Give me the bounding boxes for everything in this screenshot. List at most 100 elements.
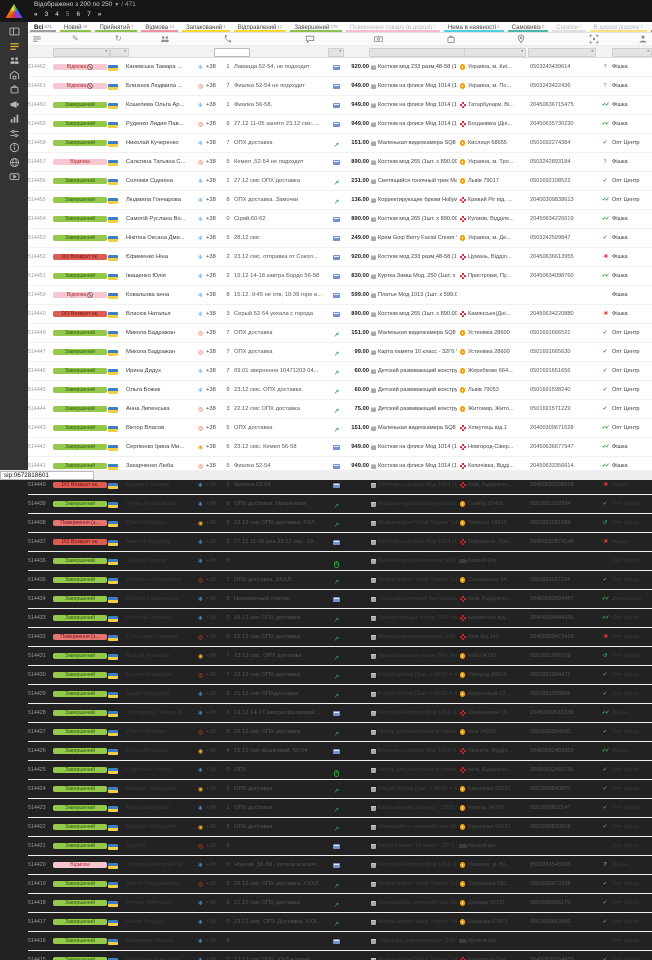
order-row[interactable]: 514416 Завершений Яковлева Оксана +38 8 … [28, 932, 652, 951]
order-row[interactable]: 514458 Завершений Николай Кучеренко +38 … [28, 134, 652, 153]
order-row[interactable]: 514447 Завершений Микола Бадражан +38 7 … [28, 343, 652, 362]
order-row[interactable]: 514427 Завершений Юлия Иванова +38 8 22.… [28, 723, 652, 742]
tab-Завершений[interactable]: Завершений278 [288, 22, 343, 32]
order-row[interactable]: 514446 Завершений Ирина Дидух +38 7 09.0… [28, 362, 652, 381]
order-row[interactable]: 514457 Відмова Салєгина Татьяна С... +38… [28, 153, 652, 172]
tracking-filter-select[interactable] [528, 48, 596, 57]
address-filter-select[interactable] [464, 48, 526, 57]
order-row[interactable]: 514455 Завершений Людмила Гончарова +38 … [28, 191, 652, 210]
order-row[interactable]: 514419 Завершений Лилия Подолинская +38 … [28, 875, 652, 894]
order-row[interactable]: 514459 Завершений Руденко Лидия Пав... +… [28, 115, 652, 134]
order-row[interactable]: 514444 Завершений Анна Липенська +38 3 2… [28, 400, 652, 419]
order-row[interactable]: 514417 Завершений Ольга Глущук +38 0 23.… [28, 913, 652, 932]
tab-В дорозі додому[interactable]: В дорозі додому0 [588, 22, 649, 32]
order-row[interactable]: 514449 DO Возврат ок. Власюк Наталья +38… [28, 305, 652, 324]
order-row[interactable]: 514422 Завершений Михаил Гилецький +38 3… [28, 818, 652, 837]
status-badge: Завершений [53, 444, 107, 451]
sidebar-item-dashboard[interactable] [0, 25, 28, 39]
order-status-cell: Відмова [53, 292, 107, 299]
order-row[interactable]: 514450 Відмова Ковальова анна +38 8 15.1… [28, 286, 652, 305]
order-row[interactable]: 514456 Завершений Соломія Сідоніна +38 1… [28, 172, 652, 191]
product-box-icon [371, 331, 376, 336]
order-row[interactable]: 514428 Завершений Солодкова Галина В... … [28, 704, 652, 723]
sidebar-item-browser[interactable] [0, 156, 28, 170]
order-row[interactable]: 514453 Завершений Нікітіна Оксана Дми...… [28, 229, 652, 248]
order-row[interactable]: 514460 Завершений Кошелева Ольга Ар... +… [28, 96, 652, 115]
first-page-button[interactable]: « [34, 11, 38, 18]
source-filter-select[interactable] [612, 48, 652, 57]
status-filter-select[interactable] [53, 48, 110, 57]
tab-Нема в наявності[interactable]: Нема в наявності1 [442, 22, 506, 32]
order-row[interactable]: 514448 Завершений Микола Бадражан +38 7 … [28, 324, 652, 343]
last-page-button[interactable]: » [98, 11, 102, 18]
order-row[interactable]: 514432 Повернення (з... Станіслав Стрижа… [28, 628, 652, 647]
order-row[interactable]: 514424 Завершений Михаил Гилецький +38 3… [28, 780, 652, 799]
order-row[interactable]: 514430 Завершений Ксенія Левадняя +38 7 … [28, 666, 652, 685]
sidebar-item-marketing[interactable] [0, 98, 28, 112]
order-row[interactable]: 514421 Завершений Сергей +38 5 99.00 Кар… [28, 837, 652, 856]
order-row[interactable]: 514442 Завершений Сергіюнко Ірина Ми... … [28, 438, 652, 457]
order-row[interactable]: 514445 Завершений Ольга Божик +38 9 23.1… [28, 381, 652, 400]
sidebar-item-warehouse[interactable] [0, 69, 28, 83]
order-row[interactable]: 514436 Завершений Сергей Петров +38 5 10… [28, 552, 652, 571]
sidebar-item-settings[interactable] [0, 127, 28, 141]
order-row[interactable]: 514454 Завершений Самотій Руслана Во... … [28, 210, 652, 229]
table-filter-row [28, 46, 652, 58]
page-button-7[interactable]: 7 [87, 11, 91, 18]
order-row[interactable]: 514452 DO Возврат ок. Єфименко Ніна +38 … [28, 248, 652, 267]
tab-Відмова[interactable]: Відмова42 [139, 22, 180, 32]
tab-Сервіси[interactable]: Сервіси0 [550, 22, 587, 32]
phone-filter-input[interactable] [214, 48, 250, 57]
order-row[interactable]: 514425 Завершений Радченко Тетяна +38 0 … [28, 761, 652, 780]
order-row[interactable]: 514437 DO Возврат ок. Анжела Безушку +38… [28, 533, 652, 552]
app-logo[interactable] [0, 0, 28, 22]
order-row[interactable]: 514462 Відмова Каневська Тамара ... +38 … [28, 58, 652, 77]
page-button-4[interactable]: 4 [55, 11, 59, 18]
payment-filter-select[interactable] [328, 48, 344, 57]
product-cell: Набор для рисования в темнот... [371, 729, 457, 735]
page-button-5[interactable]: 5 [66, 11, 70, 18]
order-row[interactable]: 514443 Завершений Віктор Власов +38 5 ОП… [28, 419, 652, 438]
tab-Прийнятий[interactable]: Прийнятий7 [93, 22, 139, 32]
order-row[interactable]: 514420 Відмова Ситарчук Наталія Гр... +3… [28, 856, 652, 875]
sliders-icon [9, 128, 20, 139]
sidebar-item-purchases[interactable] [0, 83, 28, 97]
order-row[interactable]: 514438 Повернення (з... Юлия Баланюк +38… [28, 514, 652, 533]
question-icon [599, 83, 611, 89]
order-row[interactable]: 514426 Завершений Кучук Антонина +38 4 1… [28, 742, 652, 761]
ukrposhta-icon [460, 387, 466, 393]
sidebar-item-info[interactable] [0, 141, 28, 155]
tab-Всі[interactable]: Всі471 [28, 22, 58, 32]
tab-Відправлений[interactable]: Відправлений12 [232, 22, 289, 32]
order-comment: Наложенный платеж [234, 596, 330, 602]
order-row[interactable]: 514451 Завершений Іващенко Юлія +38 2 19… [28, 267, 652, 286]
sidebar-item-orders[interactable] [0, 40, 28, 54]
tab-Новий[interactable]: Новий48 [58, 22, 94, 32]
order-row[interactable]: 514415 Завершений Горгулько Христина... … [28, 951, 652, 960]
sidebar-item-clients[interactable] [0, 54, 28, 68]
country-filter-select[interactable] [110, 48, 129, 57]
double-check-icon [599, 615, 611, 621]
order-row[interactable]: 514423 Завершений Вера Скляренко +38 1 О… [28, 799, 652, 818]
sidebar-item-video[interactable] [0, 170, 28, 184]
blocked-icon [87, 83, 93, 89]
order-row[interactable]: 514431 Завершений Андрій Ткаченко +38 7 … [28, 647, 652, 666]
order-row[interactable]: 514418 Завершений Тетяна Войтович +38 6 … [28, 894, 652, 913]
tab-Повернення товару (в дорозі)[interactable]: Повернення товару (в дорозі)0 [344, 22, 442, 32]
tab-Запакований[interactable]: Запакований1 [180, 22, 232, 32]
ukraine-flag-icon [108, 901, 118, 907]
tab-Самовивіз[interactable]: Самовивіз2 [506, 22, 551, 32]
refresh-column-icon[interactable]: ↻ [115, 34, 122, 44]
page-button-6[interactable]: 6 [77, 11, 81, 18]
chevron-down-icon[interactable]: ▼ [114, 2, 119, 8]
order-row[interactable]: 514433 Завершений Олексій Семанін +38 3 … [28, 609, 652, 628]
order-row[interactable]: 514434 Завершений Сергей Карамышев +38 5… [28, 590, 652, 609]
order-row[interactable]: 514429 Завершений Надія Мерзаєва +38 3 2… [28, 685, 652, 704]
order-row[interactable]: 514435 Завершений Катерина Богданова +38… [28, 571, 652, 590]
sidebar-item-statistics[interactable] [0, 112, 28, 126]
order-row[interactable]: 514461 Відмова Близнюк Людмила ... +38 7… [28, 77, 652, 96]
order-row[interactable]: 514439 Завершений Уляна Мусійовська +38 … [28, 495, 652, 514]
tag-column-icon[interactable]: ✎ [72, 34, 79, 44]
page-button-3[interactable]: 3 [45, 11, 49, 18]
order-comment: 15.12 смс ОПХ доставка [234, 634, 330, 640]
